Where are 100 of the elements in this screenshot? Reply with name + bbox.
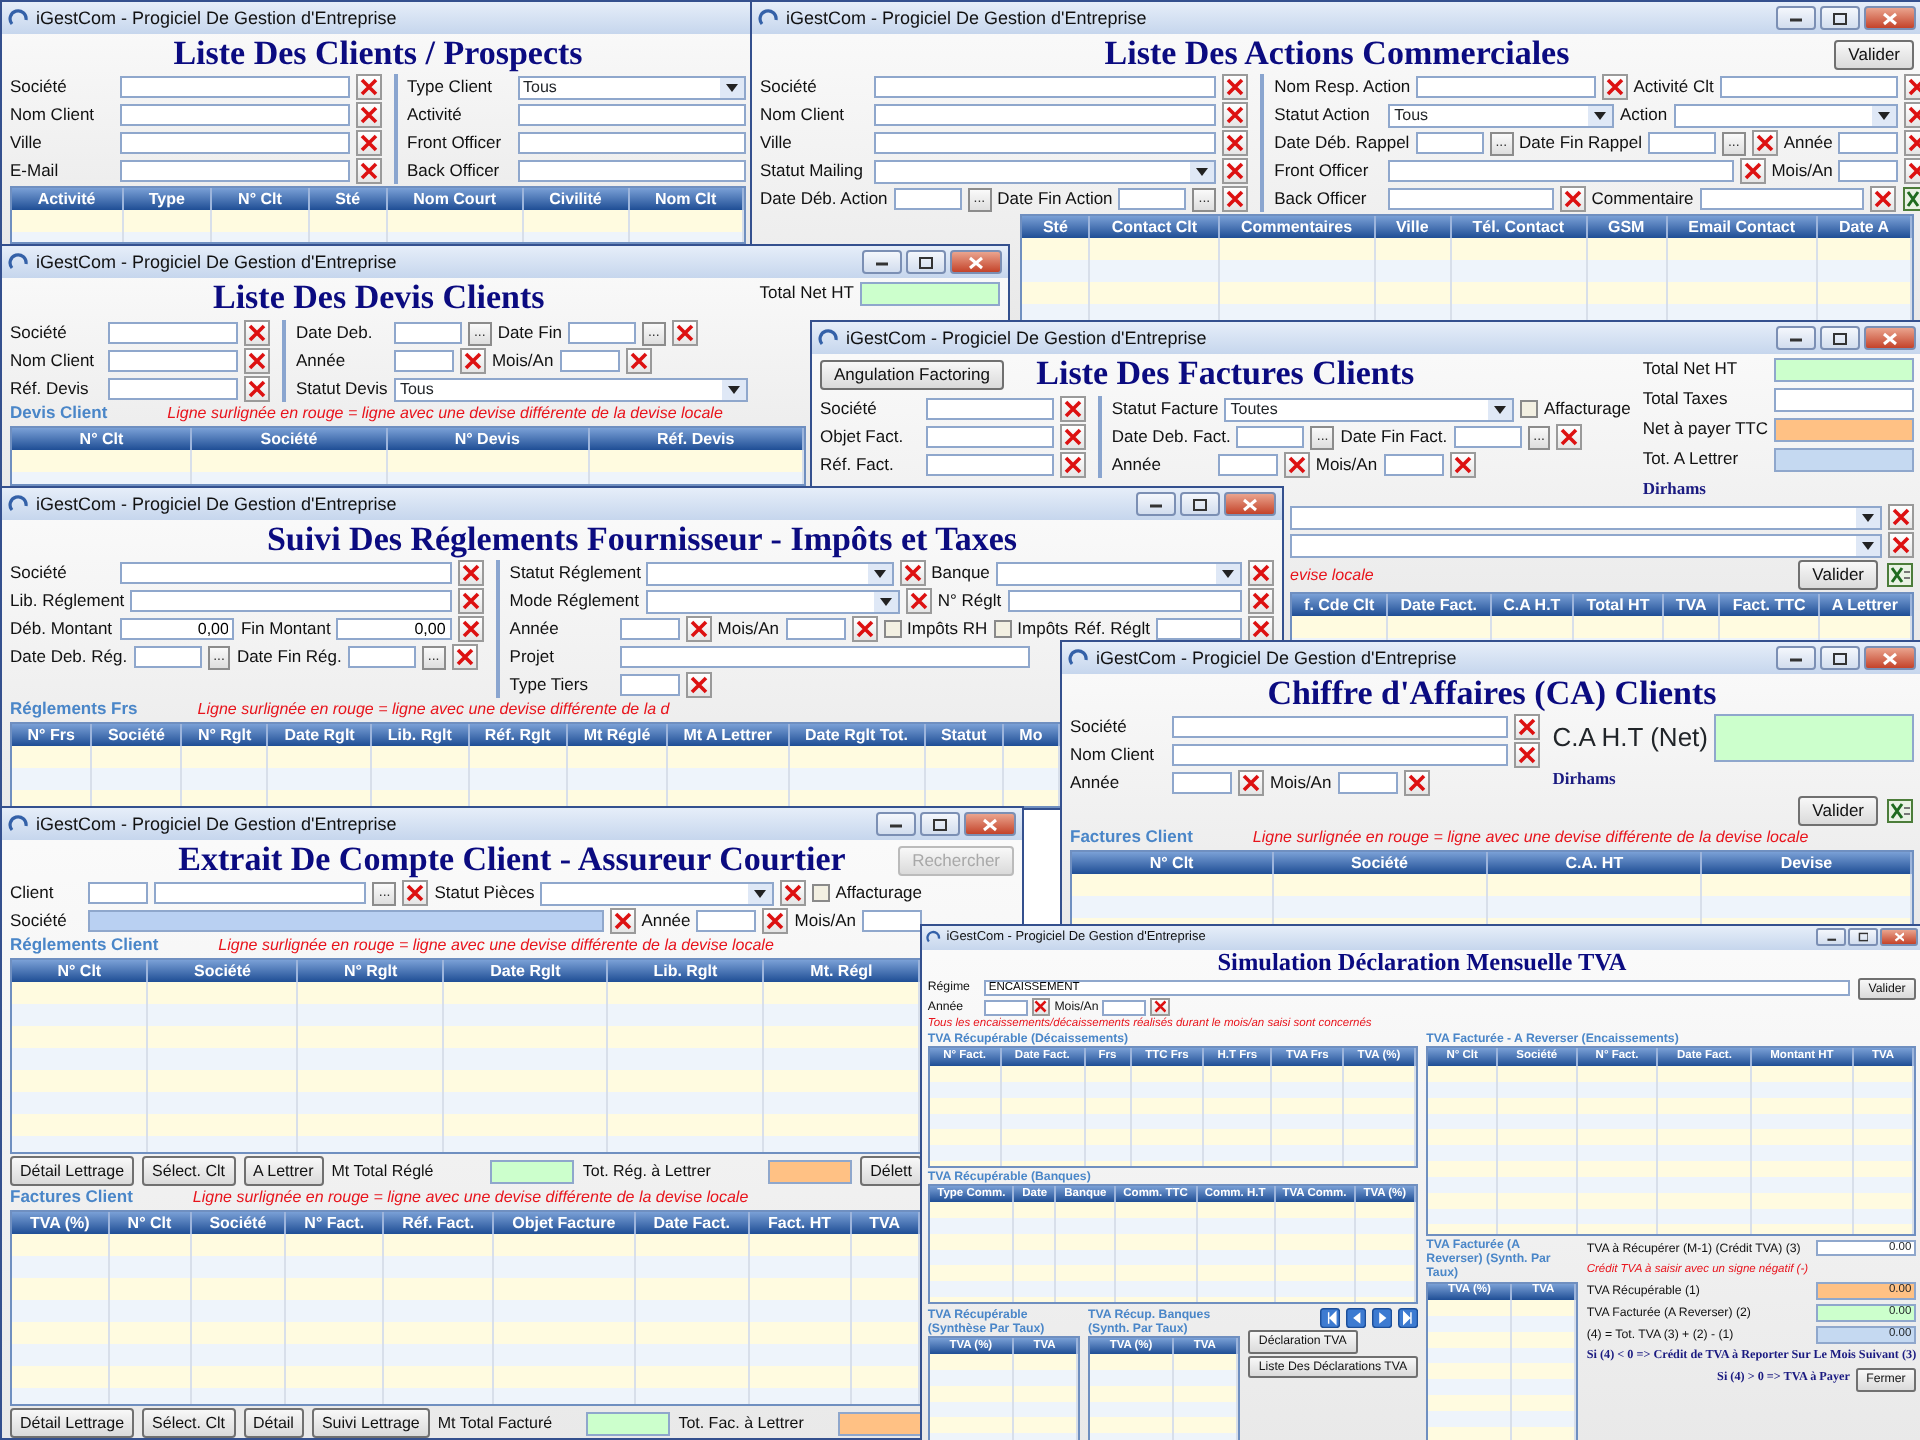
dropdown[interactable]: Tous — [1388, 103, 1614, 127]
spreadsheet-icon[interactable] — [1886, 798, 1914, 824]
minimize-button[interactable] — [862, 250, 902, 274]
read-only-field[interactable] — [88, 910, 604, 932]
column-header[interactable]: Réf. Rglt — [469, 723, 569, 746]
next-icon[interactable] — [1371, 1307, 1392, 1328]
column-header[interactable]: Réf. Devis — [589, 427, 804, 450]
input-field[interactable] — [120, 132, 349, 154]
input-field[interactable]: 0,00 — [336, 618, 452, 640]
last-page-icon[interactable] — [1397, 1307, 1418, 1328]
input-field[interactable] — [619, 674, 680, 696]
input-field[interactable] — [559, 350, 620, 372]
clear-button[interactable] — [1222, 130, 1249, 156]
clear-button[interactable] — [1888, 532, 1914, 558]
clear-button[interactable] — [1059, 396, 1086, 422]
clear-button[interactable] — [355, 74, 381, 100]
column-header[interactable]: N° Clt — [212, 188, 310, 211]
clear-button[interactable] — [402, 880, 429, 906]
clear-button[interactable] — [1559, 186, 1586, 212]
clear-button[interactable] — [685, 672, 712, 698]
clear-button[interactable] — [355, 102, 381, 128]
clear-button[interactable] — [243, 320, 270, 346]
spreadsheet-icon[interactable] — [1886, 562, 1914, 588]
checkbox[interactable] — [883, 620, 901, 638]
column-header[interactable]: C.A H.T — [1491, 594, 1575, 617]
clear-button[interactable] — [1248, 588, 1275, 614]
input-field[interactable] — [120, 160, 349, 182]
column-header[interactable]: TVA (%) — [12, 1211, 110, 1234]
column-header[interactable]: Mt A Lettrer — [667, 723, 790, 746]
clear-button[interactable] — [451, 644, 478, 670]
column-header[interactable]: TVA — [1663, 594, 1721, 617]
column-header[interactable]: f. Cde Clt — [1292, 594, 1389, 617]
input-field[interactable] — [926, 426, 1054, 448]
date-field[interactable] — [393, 322, 462, 344]
push-button[interactable]: Détail Lettrage — [10, 1408, 135, 1438]
minimize-button[interactable] — [1776, 646, 1816, 670]
dropdown[interactable]: Toutes — [1224, 397, 1514, 421]
minimize-button[interactable] — [1776, 326, 1816, 350]
column-header[interactable]: Date Fact. — [635, 1211, 750, 1234]
column-header[interactable]: Date Rglt — [444, 959, 608, 982]
clear-button[interactable] — [1222, 74, 1249, 100]
input-field[interactable] — [1838, 132, 1899, 154]
input-field[interactable] — [1007, 590, 1243, 612]
close-button[interactable] — [964, 812, 1016, 836]
maximize-button[interactable] — [1848, 928, 1878, 947]
input-field[interactable] — [130, 590, 452, 612]
clear-button[interactable] — [1283, 452, 1310, 478]
clear-button[interactable] — [762, 908, 789, 934]
push-button[interactable]: Détail Lettrage — [10, 1156, 135, 1186]
push-button[interactable]: Angulation Factoring — [820, 359, 1004, 389]
column-header[interactable]: Société — [192, 427, 388, 450]
clear-button[interactable] — [899, 560, 926, 586]
input-field[interactable] — [926, 454, 1054, 476]
clear-button[interactable] — [243, 348, 270, 374]
column-header[interactable]: Mt. Régl — [764, 959, 920, 982]
column-header[interactable]: TVA — [851, 1211, 920, 1234]
input-field[interactable] — [1388, 160, 1734, 182]
push-button[interactable]: Valider — [1834, 39, 1914, 69]
input-field[interactable] — [108, 350, 238, 372]
column-header[interactable]: N° Rglt — [182, 723, 269, 746]
checkbox[interactable] — [1520, 400, 1538, 418]
clear-button[interactable] — [1739, 158, 1766, 184]
date-field[interactable] — [567, 322, 636, 344]
input-field[interactable] — [1217, 454, 1278, 476]
close-button[interactable] — [1864, 6, 1916, 30]
maximize-button[interactable] — [1180, 492, 1220, 516]
column-header[interactable]: Nom Clt — [629, 188, 744, 211]
clear-button[interactable] — [1059, 424, 1086, 450]
clear-button[interactable] — [671, 320, 698, 346]
previous-icon[interactable] — [1345, 1307, 1366, 1328]
close-button[interactable] — [1880, 928, 1918, 947]
column-header[interactable]: Sté — [1022, 216, 1091, 239]
input-field[interactable] — [619, 646, 1030, 668]
input-field[interactable] — [874, 76, 1217, 98]
column-header[interactable]: N° Frs — [12, 723, 93, 746]
clear-button[interactable] — [1222, 158, 1249, 184]
clear-button[interactable] — [243, 376, 270, 402]
dropdown[interactable]: Tous — [517, 75, 746, 99]
clear-button[interactable] — [609, 908, 636, 934]
column-header[interactable]: Mt Réglé — [568, 723, 668, 746]
input-field[interactable] — [1337, 772, 1398, 794]
push-button[interactable]: A Lettrer — [243, 1156, 324, 1186]
clear-button[interactable] — [1601, 74, 1628, 100]
column-header[interactable]: A Lettrer — [1819, 594, 1912, 617]
column-header[interactable]: N° Clt — [12, 427, 193, 450]
column-header[interactable]: Lib. Rglt — [607, 959, 765, 982]
clear-button[interactable] — [1751, 130, 1778, 156]
column-header[interactable]: C.A. HT — [1487, 851, 1703, 874]
column-header[interactable]: Type — [123, 188, 213, 211]
column-header[interactable]: Société — [92, 723, 183, 746]
column-header[interactable]: N° Devis — [387, 427, 590, 450]
date-field[interactable] — [1118, 188, 1187, 210]
column-header[interactable]: Activité — [12, 188, 124, 211]
column-header[interactable]: Fact. TTC — [1720, 594, 1820, 617]
input-field[interactable]: 0,00 — [120, 618, 235, 640]
input-field[interactable] — [517, 132, 746, 154]
column-header[interactable]: Mo — [1003, 723, 1060, 746]
input-field[interactable] — [1719, 76, 1899, 98]
column-header[interactable]: Sté — [309, 188, 388, 211]
input-field[interactable] — [108, 378, 238, 400]
